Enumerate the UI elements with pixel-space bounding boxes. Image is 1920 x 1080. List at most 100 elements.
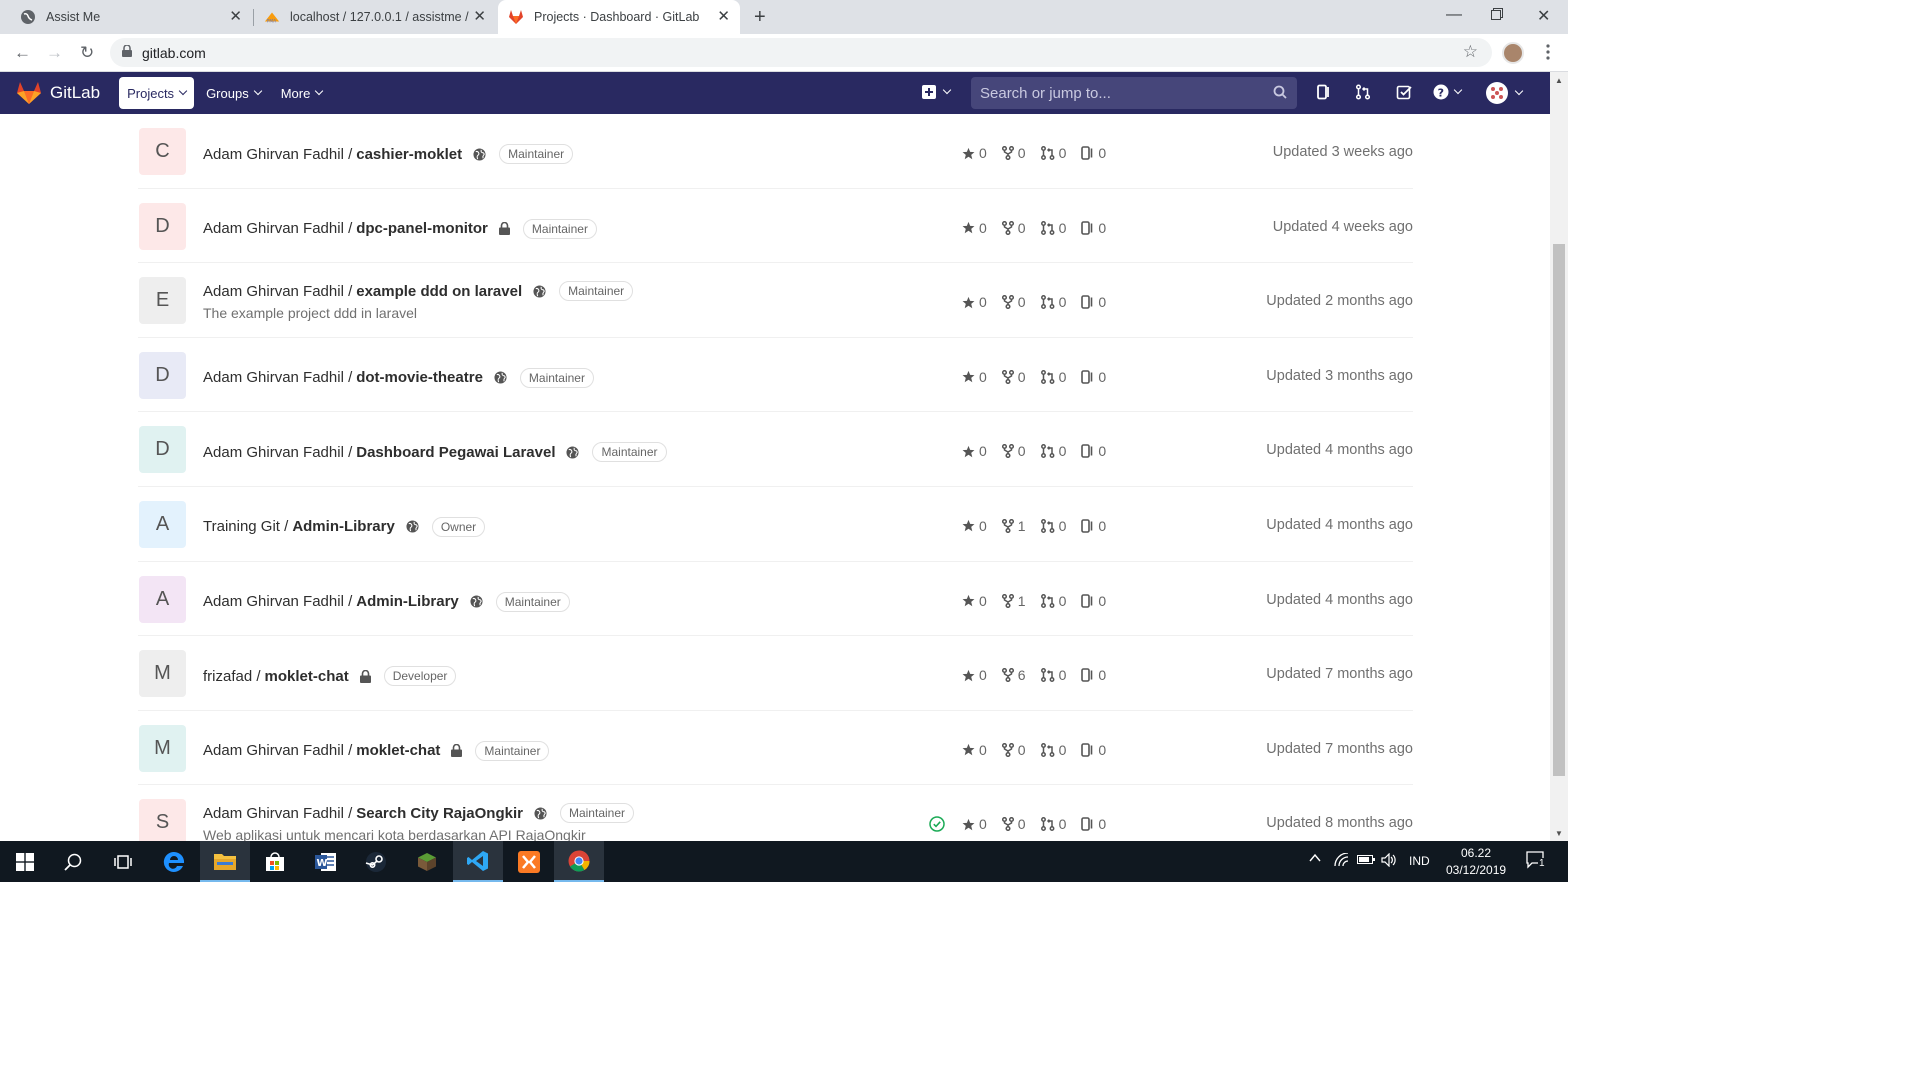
close-tab-icon[interactable]: ✕ [473,9,486,25]
nav-more-dropdown[interactable]: More [273,77,331,109]
project-avatar[interactable]: A [139,575,186,623]
project-row[interactable]: M frizafad / moklet-chat Developer 0 6 0 [138,636,1413,711]
forks-count[interactable]: 1 [1001,593,1026,609]
issues-count[interactable]: 0 [1081,294,1106,310]
todos-nav-icon[interactable] [1396,84,1412,105]
browser-tab-phpmyadmin[interactable]: PMA localhost / 127.0.0.1 / assistme / ✕ [254,0,496,34]
project-namespace[interactable]: Adam Ghirvan Fadhil / [203,593,352,610]
project-title[interactable]: Adam Ghirvan Fadhil / cashier-moklet Mai… [203,144,574,164]
project-title[interactable]: frizafad / moklet-chat Developer [203,666,457,687]
stars-count[interactable]: 0 [962,145,987,161]
issues-nav-icon[interactable] [1316,84,1332,105]
stars-count[interactable]: 0 [962,220,987,236]
bookmark-star-icon[interactable]: ☆ [1463,42,1478,62]
taskbar-chrome[interactable] [554,841,604,882]
project-name[interactable]: Admin-Library [292,518,395,535]
new-item-dropdown[interactable] [922,85,952,99]
project-namespace[interactable]: frizafad / [203,668,261,685]
project-name[interactable]: cashier-moklet [356,146,462,163]
project-row[interactable]: M Adam Ghirvan Fadhil / moklet-chat Main… [138,711,1413,786]
project-avatar[interactable]: C [139,128,186,175]
project-title[interactable]: Adam Ghirvan Fadhil / Admin-Library Main… [203,591,570,612]
browser-menu-icon[interactable] [1546,44,1550,60]
project-row[interactable]: E Adam Ghirvan Fadhil / example ddd on l… [138,263,1413,338]
merge-requests-count[interactable]: 0 [1040,593,1066,609]
forks-count[interactable]: 0 [1001,742,1026,758]
merge-requests-count[interactable]: 0 [1040,667,1066,683]
project-name[interactable]: example ddd on laravel [356,283,522,300]
merge-requests-count[interactable]: 0 [1040,369,1066,385]
project-name[interactable]: dot-movie-theatre [356,369,483,386]
project-row[interactable]: D Adam Ghirvan Fadhil / dpc-panel-monito… [138,189,1413,264]
browser-tab-assist-me[interactable]: Assist Me ✕ [0,0,252,34]
project-namespace[interactable]: Adam Ghirvan Fadhil / [203,369,352,386]
volume-icon[interactable] [1381,852,1397,870]
project-avatar[interactable]: M [139,650,186,698]
taskbar-vscode[interactable] [453,841,503,882]
forks-count[interactable]: 0 [1001,220,1026,236]
issues-count[interactable]: 0 [1081,145,1106,161]
input-language[interactable]: IND [1409,854,1430,868]
issues-count[interactable]: 0 [1081,220,1106,236]
project-namespace[interactable]: Adam Ghirvan Fadhil / [203,805,352,822]
project-title[interactable]: Adam Ghirvan Fadhil / moklet-chat Mainta… [203,740,550,761]
project-row[interactable]: C Adam Ghirvan Fadhil / cashier-moklet M… [138,114,1413,189]
merge-requests-count[interactable]: 0 [1040,443,1066,459]
close-tab-icon[interactable]: ✕ [229,9,242,25]
project-namespace[interactable]: Training Git / [203,518,288,535]
action-center-button[interactable]: 1 [1526,851,1546,872]
project-row[interactable]: D Adam Ghirvan Fadhil / Dashboard Pegawa… [138,412,1413,487]
issues-count[interactable]: 0 [1081,369,1106,385]
stars-count[interactable]: 0 [962,667,987,683]
issues-count[interactable]: 0 [1081,667,1106,683]
project-name[interactable]: Admin-Library [356,593,459,610]
show-hidden-icons-chevron-up-icon[interactable] [1309,851,1321,868]
taskbar-steam[interactable] [351,841,401,882]
forks-count[interactable]: 0 [1001,294,1026,310]
merge-requests-count[interactable]: 0 [1040,145,1066,161]
wifi-icon[interactable] [1333,852,1349,870]
forks-count[interactable]: 0 [1001,145,1026,161]
issues-count[interactable]: 0 [1081,443,1106,459]
forks-count[interactable]: 0 [1001,443,1026,459]
project-row[interactable]: D Adam Ghirvan Fadhil / dot-movie-theatr… [138,338,1413,413]
scrollbar-thumb[interactable] [1553,244,1565,776]
nav-groups-dropdown[interactable]: Groups [198,77,269,109]
minimize-icon[interactable]: — [1446,6,1462,24]
back-icon[interactable]: ← [14,43,31,63]
project-name[interactable]: moklet-chat [265,668,349,685]
page-scrollbar[interactable]: ▲ ▼ [1550,72,1568,841]
project-avatar[interactable]: D [139,202,186,250]
browser-profile-avatar[interactable] [1502,42,1524,64]
forks-count[interactable]: 0 [1001,369,1026,385]
taskbar-minecraft[interactable] [402,841,452,882]
project-name[interactable]: dpc-panel-monitor [356,220,488,237]
project-avatar[interactable]: S [139,799,186,847]
scroll-down-arrow-icon[interactable]: ▼ [1555,829,1563,838]
new-tab-icon[interactable]: + [754,6,766,29]
scroll-up-arrow-icon[interactable]: ▲ [1555,76,1563,85]
stars-count[interactable]: 0 [962,593,987,609]
project-row[interactable]: A Training Git / Admin-Library Owner 0 1… [138,487,1413,562]
merge-requests-count[interactable]: 0 [1040,518,1066,534]
browser-tab-gitlab[interactable]: Projects · Dashboard · GitLab ✕ [498,0,740,34]
issues-count[interactable]: 0 [1081,518,1106,534]
reload-icon[interactable]: ↻ [80,43,94,63]
project-title[interactable]: Adam Ghirvan Fadhil / Search City RajaOn… [203,803,634,824]
merge-requests-nav-icon[interactable] [1355,84,1371,105]
task-view-button[interactable] [98,841,148,882]
taskbar-file-explorer[interactable] [200,841,250,882]
pipeline-passed-icon[interactable] [929,816,945,837]
nav-projects-dropdown[interactable]: Projects [119,77,195,109]
help-dropdown[interactable]: ? [1433,84,1463,100]
issues-count[interactable]: 0 [1081,816,1106,832]
taskbar-edge[interactable] [149,841,199,882]
close-tab-icon[interactable]: ✕ [717,9,730,25]
address-bar[interactable]: gitlab.com ☆ [110,38,1492,67]
stars-count[interactable]: 0 [962,518,987,534]
merge-requests-count[interactable]: 0 [1040,220,1066,236]
close-window-icon[interactable]: ✕ [1537,6,1550,26]
project-namespace[interactable]: Adam Ghirvan Fadhil / [203,742,352,759]
project-namespace[interactable]: Adam Ghirvan Fadhil / [203,444,352,461]
stars-count[interactable]: 0 [962,369,987,385]
